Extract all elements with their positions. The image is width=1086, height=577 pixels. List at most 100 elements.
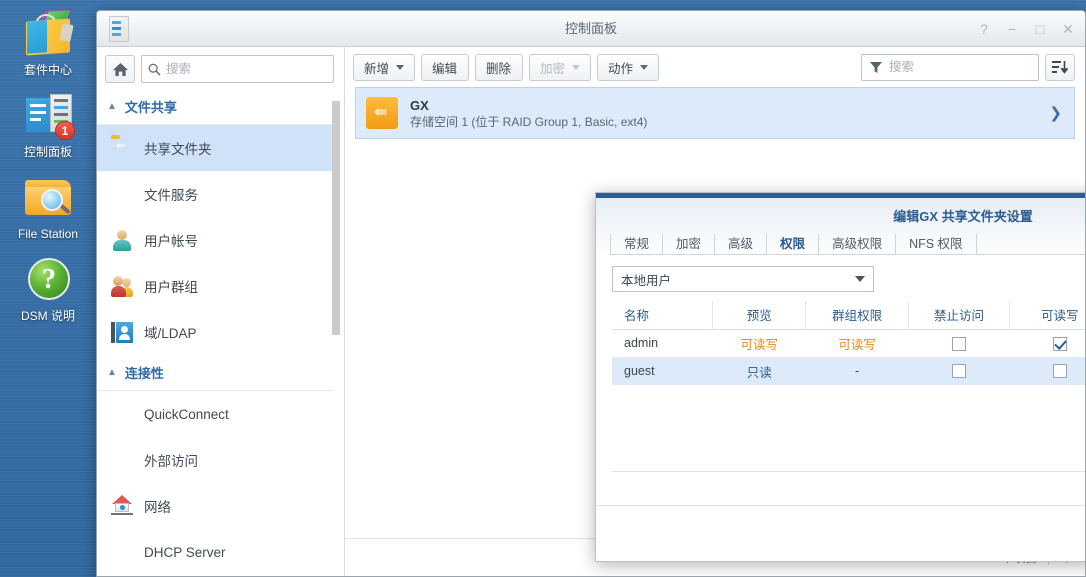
sidebar-item-label: 用户群组 <box>144 280 198 295</box>
tab-advanced[interactable]: 高级 <box>715 234 768 254</box>
action-button-label: 动作 <box>608 61 634 76</box>
sidebar-item-dhcp-server[interactable]: DHCP Server <box>97 529 334 575</box>
domain-ldap-icon <box>111 321 133 343</box>
sidebar-item-external-access[interactable]: 外部访问 <box>97 437 334 483</box>
sidebar-search-input[interactable] <box>166 62 327 76</box>
sidebar-item-label: 网络 <box>144 500 171 515</box>
delete-button-label: 删除 <box>486 61 512 76</box>
action-button[interactable]: 动作 <box>597 53 660 81</box>
user-scope-select[interactable]: 本地用户 <box>612 266 874 292</box>
tab-permissions[interactable]: 权限 <box>767 234 820 260</box>
checkbox-read-write[interactable] <box>1052 364 1067 379</box>
row-preview-link[interactable]: 可读写 <box>740 338 778 352</box>
sidebar-item-shared-folder[interactable]: ⇚ 共享文件夹 <box>97 125 334 171</box>
sidebar-item-label: DHCP Server <box>144 544 226 560</box>
edit-button-label: 编辑 <box>432 61 458 76</box>
dialog-header: 编辑GX 共享文件夹设置 常规 加密 高级 权限 高级权限 NFS 权限 <box>596 198 1085 260</box>
shared-folder-description: 存储空间 1 (位于 RAID Group 1, Basic, ext4) <box>410 114 648 129</box>
tab-encryption[interactable]: 加密 <box>663 234 716 254</box>
sidebar-item-label: 文件服务 <box>144 188 198 203</box>
maximize-icon[interactable]: □ <box>1033 11 1047 47</box>
home-button[interactable] <box>105 55 135 83</box>
desktop-icon-label: DSM 说明 <box>20 309 75 323</box>
row-preview-link[interactable]: 只读 <box>747 366 772 380</box>
file-station-icon <box>22 172 74 224</box>
sidebar-item-quickconnect[interactable]: QuickConnect <box>97 391 334 437</box>
sidebar-scrollbar-track[interactable] <box>332 93 342 572</box>
shared-folder-row[interactable]: ⇚ GX 存储空间 1 (位于 RAID Group 1, Basic, ext… <box>355 87 1075 139</box>
sidebar-item-label: QuickConnect <box>144 406 229 422</box>
sidebar-group-connectivity[interactable]: ▲ 连接性 <box>97 355 334 391</box>
toolbar-filter-input[interactable] <box>889 60 1031 74</box>
quickconnect-icon <box>111 403 133 425</box>
dialog-tabs: 常规 加密 高级 权限 高级权限 NFS 权限 <box>596 232 1085 260</box>
chevron-down-icon <box>640 64 649 70</box>
home-icon <box>112 62 128 76</box>
window-titlebar: 控制面板 ? − □ ✕ <box>97 11 1085 47</box>
toolbar-filter-box[interactable] <box>861 53 1039 81</box>
question-mark-glyph: ? <box>28 258 70 300</box>
sidebar-item-user-account[interactable]: 用户帐号 <box>97 217 334 263</box>
desktop-icon-package-center[interactable]: 套件中心 <box>0 8 96 77</box>
tab-nfs-permissions[interactable]: NFS 权限 <box>896 234 977 254</box>
row-group-permission-value: - <box>854 364 860 378</box>
user-account-icon <box>111 229 133 251</box>
create-button[interactable]: 新增 <box>353 53 416 81</box>
desktop-icon-file-station[interactable]: File Station <box>0 172 96 241</box>
sidebar-item-domain-ldap[interactable]: 域/LDAP <box>97 309 334 355</box>
desktop-icon-label: File Station <box>17 227 79 241</box>
help-icon[interactable]: ? <box>977 11 991 47</box>
sidebar-search-box[interactable] <box>141 55 334 83</box>
table-row[interactable]: guest 只读 - <box>612 357 1085 385</box>
desktop-icon-dsm-help[interactable]: ? DSM 说明 <box>0 254 96 323</box>
chevron-down-icon <box>396 64 405 70</box>
delete-button[interactable]: 删除 <box>475 53 524 81</box>
sidebar-item-label: 共享文件夹 <box>144 142 212 157</box>
sort-button[interactable] <box>1045 53 1075 81</box>
share-glyph: ⇚ <box>374 104 388 121</box>
user-group-icon <box>111 275 133 297</box>
column-header-read-write[interactable]: 可读写 <box>1009 301 1085 330</box>
column-header-preview[interactable]: 预览 <box>712 301 807 330</box>
sidebar-group-file-sharing[interactable]: ▲ 文件共享 <box>97 89 334 125</box>
sidebar-top-bar <box>97 47 344 89</box>
checkbox-no-access[interactable] <box>951 336 966 351</box>
create-button-label: 新增 <box>364 61 390 76</box>
sidebar-item-network[interactable]: 网络 <box>97 483 334 529</box>
sidebar-item-label: 外部访问 <box>144 454 198 469</box>
edit-button[interactable]: 编辑 <box>421 53 470 81</box>
dsm-help-icon: ? <box>22 254 74 306</box>
minimize-icon[interactable]: − <box>1005 11 1019 47</box>
close-icon[interactable]: ✕ <box>1061 11 1075 47</box>
filter-icon <box>870 61 882 73</box>
column-header-name[interactable]: 名称 <box>612 301 714 330</box>
tab-general[interactable]: 常规 <box>610 234 664 254</box>
chevron-up-icon: ▲ <box>107 101 117 112</box>
chevron-down-icon <box>855 276 865 282</box>
file-services-icon <box>111 183 133 205</box>
column-header-no-access[interactable]: 禁止访问 <box>908 301 1010 330</box>
sidebar-item-user-group[interactable]: 用户群组 <box>97 263 334 309</box>
shared-folder-meta: GX 存储空间 1 (位于 RAID Group 1, Basic, ext4) <box>410 97 1037 130</box>
column-header-group-permission[interactable]: 群组权限 <box>805 301 910 330</box>
tab-advanced-permissions[interactable]: 高级权限 <box>819 234 897 254</box>
row-name: admin <box>624 336 659 351</box>
sidebar-group-label: 连接性 <box>124 366 164 381</box>
package-center-icon <box>22 8 74 60</box>
shared-folder-icon: ⇚ <box>116 140 126 152</box>
checkbox-no-access[interactable] <box>951 364 966 379</box>
permission-table-empty-space <box>612 385 1085 471</box>
edit-shared-folder-dialog: 编辑GX 共享文件夹设置 常规 加密 高级 权限 高级权限 NFS 权限 本地用… <box>595 192 1085 562</box>
desktop-icon-label: 控制面板 <box>23 145 72 159</box>
sidebar-scrollbar-thumb[interactable] <box>332 101 340 335</box>
row-group-permission-link[interactable]: 可读写 <box>838 338 876 352</box>
table-row[interactable]: admin 可读写 可读写 <box>612 329 1085 357</box>
window-body: ▲ 文件共享 ⇚ 共享文件夹 文件服务 用户帐 <box>97 47 1085 576</box>
sidebar-item-file-services[interactable]: 文件服务 <box>97 171 334 217</box>
window-title: 控制面板 <box>564 21 617 36</box>
desktop-icon-control-panel[interactable]: 1 控制面板 <box>0 90 96 159</box>
chevron-down-icon[interactable]: ❯ <box>1049 104 1062 122</box>
permission-table-header-row: 名称 预览 群组权限 禁止访问 可读写 只读 自定义 <box>612 301 1085 330</box>
desktop-icon-column: 套件中心 1 控制面板 File Station ? DSM 说明 <box>0 0 96 577</box>
checkbox-read-write[interactable] <box>1052 336 1067 351</box>
